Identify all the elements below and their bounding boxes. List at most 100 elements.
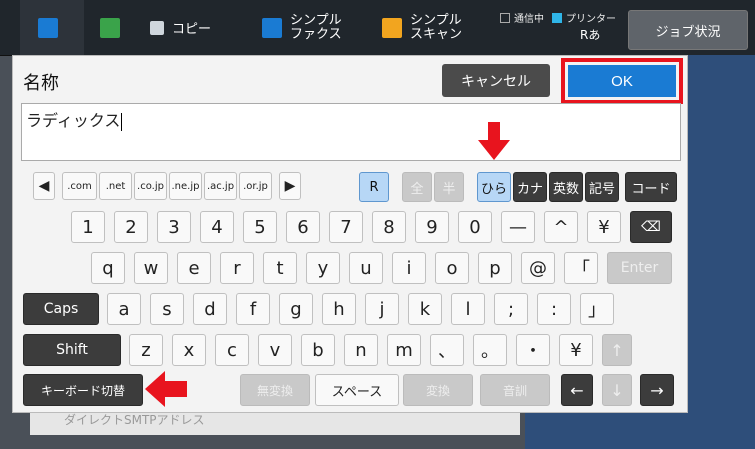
key-u[interactable]: u xyxy=(349,252,383,284)
symbol-mode-key[interactable]: 記号 xyxy=(585,172,619,202)
key-n[interactable]: n xyxy=(344,334,378,366)
caps-key[interactable]: Caps xyxy=(23,293,99,325)
key-j[interactable]: j xyxy=(365,293,399,325)
domain-key-acjp[interactable]: .ac.jp xyxy=(204,172,237,200)
key-t[interactable]: t xyxy=(263,252,297,284)
tab-copy[interactable]: コピー xyxy=(150,0,211,55)
cursor-left-key[interactable]: ← xyxy=(561,374,593,406)
tab-doc[interactable] xyxy=(100,0,128,55)
key-2[interactable]: 2 xyxy=(114,211,148,243)
key-e[interactable]: e xyxy=(177,252,211,284)
key-open-bracket[interactable]: 「 xyxy=(564,252,598,284)
key-caret[interactable]: ^ xyxy=(544,211,578,243)
dialog-title: 名称 xyxy=(23,73,59,94)
domain-key-net[interactable]: .net xyxy=(99,172,132,200)
space-key[interactable]: スペース xyxy=(315,374,399,406)
copy-label: コピー xyxy=(172,22,212,37)
key-y[interactable]: y xyxy=(306,252,340,284)
comm-status-icon xyxy=(500,12,510,23)
domain-key-com[interactable]: .com xyxy=(62,172,97,200)
job-status-button[interactable]: ジョブ状況 xyxy=(628,10,748,50)
cancel-button[interactable]: キャンセル xyxy=(442,64,550,97)
key-colon[interactable]: : xyxy=(537,293,571,325)
hiragana-mode-key[interactable]: ひら xyxy=(477,172,511,202)
printer-status-icon xyxy=(552,12,562,23)
key-s[interactable]: s xyxy=(150,293,184,325)
domain-key-nejp[interactable]: .ne.jp xyxy=(169,172,202,200)
domain-scroll-right-button[interactable]: ▶ xyxy=(279,172,301,200)
key-c[interactable]: c xyxy=(215,334,249,366)
key-7[interactable]: 7 xyxy=(329,211,363,243)
key-6[interactable]: 6 xyxy=(286,211,320,243)
domain-scroll-left-button[interactable]: ◀ xyxy=(33,172,55,200)
scan-label-2: スキャン xyxy=(410,26,463,42)
keyboard-switch-button[interactable]: キーボード切替 xyxy=(23,374,143,406)
backspace-icon: ⌫ xyxy=(641,219,661,235)
key-h[interactable]: h xyxy=(322,293,356,325)
domain-key-cojp[interactable]: .co.jp xyxy=(134,172,167,200)
alphanumeric-mode-key[interactable]: 英数 xyxy=(549,172,583,202)
tab-simple-fax[interactable]: シンプル ファクス xyxy=(262,0,342,55)
key-0[interactable]: 0 xyxy=(458,211,492,243)
key-q[interactable]: q xyxy=(91,252,125,284)
fax-label-2: ファクス xyxy=(290,26,342,42)
key-dash[interactable]: — xyxy=(501,211,535,243)
romaji-mode-key[interactable]: R xyxy=(359,172,389,202)
key-9[interactable]: 9 xyxy=(415,211,449,243)
backspace-key[interactable]: ⌫ xyxy=(630,211,672,243)
katakana-mode-key[interactable]: カナ xyxy=(513,172,547,202)
key-yen-2[interactable]: ¥ xyxy=(559,334,593,366)
key-5[interactable]: 5 xyxy=(243,211,277,243)
key-f[interactable]: f xyxy=(236,293,270,325)
key-i[interactable]: i xyxy=(392,252,426,284)
key-w[interactable]: w xyxy=(134,252,168,284)
ok-highlight-frame: OK xyxy=(561,58,683,104)
key-middle-dot[interactable]: ・ xyxy=(516,334,550,366)
key-yen[interactable]: ¥ xyxy=(587,211,621,243)
ok-button[interactable]: OK xyxy=(568,65,676,97)
key-k[interactable]: k xyxy=(408,293,442,325)
domain-key-orjp[interactable]: .or.jp xyxy=(239,172,272,200)
key-4[interactable]: 4 xyxy=(200,211,234,243)
copy-icon xyxy=(150,20,164,35)
key-at[interactable]: @ xyxy=(521,252,555,284)
henkan-key[interactable]: 変換 xyxy=(403,374,473,406)
key-b[interactable]: b xyxy=(301,334,335,366)
address-book-icon xyxy=(38,17,58,38)
muhenkan-key[interactable]: 無変換 xyxy=(240,374,310,406)
key-p[interactable]: p xyxy=(478,252,512,284)
key-o[interactable]: o xyxy=(435,252,469,284)
key-comma-jp[interactable]: 、 xyxy=(430,334,464,366)
key-d[interactable]: d xyxy=(193,293,227,325)
status-indicators: 通信中 プリンター xyxy=(500,10,616,25)
tab-simple-scan[interactable]: シンプル スキャン xyxy=(382,0,462,55)
key-x[interactable]: x xyxy=(172,334,206,366)
key-l[interactable]: l xyxy=(451,293,485,325)
key-v[interactable]: v xyxy=(258,334,292,366)
onkun-key[interactable]: 音訓 xyxy=(480,374,550,406)
document-icon xyxy=(100,17,120,38)
background-field-label: ダイレクトSMTPアドレス xyxy=(64,413,205,427)
key-a[interactable]: a xyxy=(107,293,141,325)
key-g[interactable]: g xyxy=(279,293,313,325)
cursor-up-key[interactable]: ↑ xyxy=(602,334,632,366)
key-1[interactable]: 1 xyxy=(71,211,105,243)
key-r[interactable]: r xyxy=(220,252,254,284)
key-z[interactable]: z xyxy=(129,334,163,366)
name-input[interactable]: ラディックス xyxy=(21,103,681,161)
full-width-key[interactable]: 全 xyxy=(402,172,432,202)
key-close-bracket[interactable]: 」 xyxy=(580,293,614,325)
key-semicolon[interactable]: ; xyxy=(494,293,528,325)
half-width-key[interactable]: 半 xyxy=(434,172,464,202)
fax-label-1: シンプル xyxy=(290,12,342,28)
key-3[interactable]: 3 xyxy=(157,211,191,243)
key-m[interactable]: m xyxy=(387,334,421,366)
cursor-right-key[interactable]: → xyxy=(640,374,674,406)
key-period-jp[interactable]: 。 xyxy=(473,334,507,366)
cursor-down-key[interactable]: ↓ xyxy=(602,374,632,406)
shift-key[interactable]: Shift xyxy=(23,334,121,366)
key-8[interactable]: 8 xyxy=(372,211,406,243)
code-key[interactable]: コード xyxy=(625,172,677,202)
home-tab[interactable] xyxy=(20,0,84,55)
enter-key[interactable]: Enter xyxy=(607,252,672,284)
